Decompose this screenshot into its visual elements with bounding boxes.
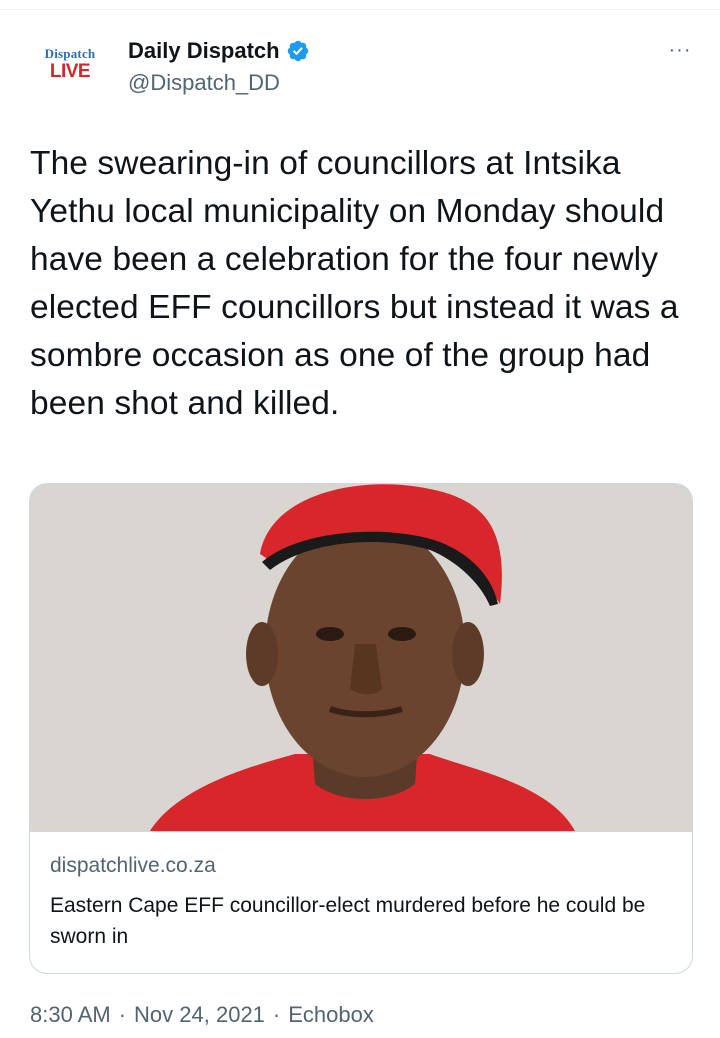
card-title: Eastern Cape EFF councillor-elect murder… [50,894,646,948]
tweet-meta: 8:30 AM · Nov 24, 2021 · Echobox [30,1002,374,1028]
tweet-text: The swearing-in of councillors at Intsik… [30,145,679,422]
avatar-logo-top: Dispatch [44,46,96,61]
avatar[interactable]: Dispatch LIVE [30,40,110,90]
meta-separator: · [272,1002,281,1027]
more-options-button[interactable]: ··· [660,34,700,66]
link-card[interactable]: dispatchlive.co.za Eastern Cape EFF coun… [29,483,693,974]
verified-badge-icon [286,39,310,63]
handle[interactable]: @Dispatch_DD [128,70,280,96]
display-name[interactable]: Daily Dispatch [128,38,280,64]
tweet: Dispatch LIVE Daily Dispatch @Dispatch_D… [0,0,720,1038]
portrait-photo-icon [30,484,692,831]
card-image [30,484,692,831]
meta-separator: · [118,1002,127,1027]
tweet-source[interactable]: Echobox [288,1002,374,1027]
card-domain: dispatchlive.co.za [50,854,216,877]
card-divider [30,831,692,832]
tweet-time[interactable]: 8:30 AM [30,1002,111,1027]
avatar-logo-bottom: LIVE [49,61,91,82]
name-row: Daily Dispatch [128,36,310,66]
tweet-date[interactable]: Nov 24, 2021 [134,1002,265,1027]
